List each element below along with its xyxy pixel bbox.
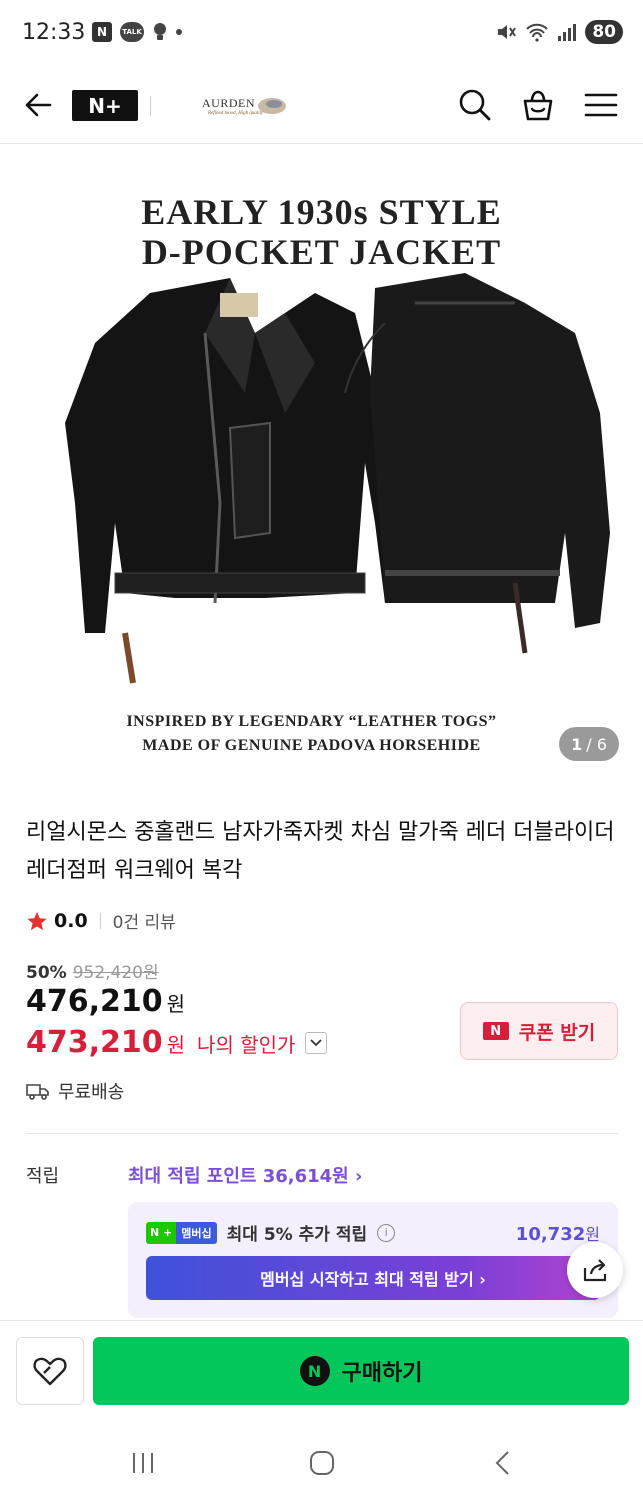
system-nav-bar — [0, 1420, 643, 1500]
shipping-label: 무료배송 — [58, 1082, 125, 1103]
coupon-label: 쿠폰 받기 — [518, 1021, 596, 1044]
chevron-down-icon — [310, 1038, 323, 1046]
heart-icon — [33, 1357, 67, 1386]
star-icon — [27, 911, 47, 930]
image-headline-1: EARLY 1930s STYLE — [141, 192, 502, 232]
nplus-store-logo[interactable]: N+ — [72, 90, 138, 121]
header-divider — [150, 96, 151, 116]
buy-button[interactable]: N 구매하기 — [93, 1337, 629, 1405]
naver-n-icon: N — [482, 1022, 509, 1040]
back-arrow-icon[interactable] — [22, 88, 54, 122]
info-icon[interactable]: i — [377, 1223, 396, 1242]
naverpay-n-icon: N — [299, 1356, 330, 1386]
product-title: 리얼시몬스 중홀랜드 남자가죽자켓 차심 말가죽 레더 더블라이더 레더점퍼 워… — [26, 820, 615, 883]
battery-indicator: 80 — [585, 20, 623, 44]
share-button[interactable] — [567, 1242, 623, 1298]
share-icon — [583, 1259, 607, 1282]
search-icon[interactable] — [458, 88, 492, 122]
pager-total: / 6 — [586, 734, 607, 754]
rating-summary[interactable]: 0.0 0건 리뷰 — [26, 908, 176, 933]
extra-points-label: 최대 5% 추가 적립 — [226, 1225, 368, 1245]
clock: 12:33 — [22, 20, 86, 45]
recent-apps-icon[interactable] — [128, 1448, 158, 1478]
extra-points-value: 10,732 — [515, 1223, 586, 1245]
app-header: N+ AURDEN Refined mood, High quality — [0, 70, 643, 144]
review-count[interactable]: 0건 리뷰 — [113, 908, 176, 933]
menu-hamburger-icon[interactable] — [584, 88, 618, 122]
pager-current: 1 — [571, 734, 583, 754]
cart-bag-icon[interactable] — [521, 88, 555, 122]
brand-logo[interactable]: AURDEN Refined mood, High quality — [196, 90, 288, 124]
shipping-info: 무료배송 — [26, 1078, 124, 1104]
extra-points-amount: 10,732원 — [516, 1221, 600, 1245]
signal-icon — [558, 24, 577, 41]
truck-icon — [26, 1084, 49, 1100]
image-pager: 1 / 6 — [559, 727, 619, 761]
max-points-link[interactable]: 최대 적립 포인트 36,614원 › — [128, 1162, 362, 1188]
kakaotalk-notification-icon: TALK — [120, 22, 144, 42]
more-notifications-icon — [176, 29, 182, 35]
image-caption-2: MADE OF GENUINE PADOVA HORSEHIDE — [142, 737, 481, 754]
sale-price-unit: 원 — [166, 992, 186, 1016]
buy-label: 구매하기 — [341, 1361, 423, 1386]
extra-points-unit: 원 — [585, 1224, 600, 1244]
image-headline-2: D-POCKET JACKET — [141, 232, 502, 272]
membership-tag-label: 멤버십 — [176, 1221, 217, 1244]
home-icon[interactable] — [307, 1448, 337, 1478]
brand-name: AURDEN — [202, 96, 255, 110]
status-bar: 12:33 N TALK 80 — [0, 0, 643, 70]
naver-notification-icon: N — [92, 22, 112, 42]
brand-tagline: Refined mood, High quality — [208, 111, 264, 116]
discount-percent: 50% — [26, 963, 67, 983]
membership-tag-n: N + — [146, 1221, 177, 1244]
product-image-carousel[interactable]: EARLY 1930s STYLE D-POCKET JACKET INSPIR… — [0, 145, 643, 773]
rating-score: 0.0 — [54, 909, 88, 932]
membership-cta-button[interactable]: 멤버십 시작하고 최대 적립 받기 › — [146, 1256, 600, 1300]
back-icon[interactable] — [488, 1448, 518, 1478]
discount-row: 50% 952,420원 — [26, 958, 159, 983]
points-label: 적립 — [26, 1166, 60, 1187]
my-price-unit: 원 — [166, 1033, 186, 1057]
mute-icon — [498, 25, 517, 39]
original-price: 952,420원 — [72, 963, 159, 983]
image-caption-1: INSPIRED BY LEGENDARY “LEATHER TOGS” — [126, 713, 497, 730]
my-price-expand-button[interactable] — [305, 1031, 328, 1054]
coupon-button[interactable]: N 쿠폰 받기 — [460, 1002, 618, 1060]
my-price-label: 나의 할인가 — [197, 1033, 296, 1057]
purchase-bar: N 구매하기 — [0, 1320, 643, 1420]
my-price-value: 473,210 — [26, 1025, 163, 1060]
sale-price: 476,210 원 — [26, 984, 185, 1019]
sale-price-value: 476,210 — [26, 984, 163, 1019]
leather-jacket-photo — [65, 273, 610, 684]
section-divider — [26, 1133, 618, 1134]
rating-divider — [99, 912, 101, 929]
wishlist-button[interactable] — [16, 1337, 84, 1405]
membership-box: N + 멤버십 최대 5% 추가 적립 i 10,732원 멤버십 시작하고 최… — [128, 1202, 618, 1318]
my-discount-price: 473,210 원 나의 할인가 — [26, 1025, 328, 1060]
wifi-icon — [526, 23, 549, 42]
membership-tag: N + 멤버십 — [146, 1221, 217, 1244]
lightbulb-icon — [154, 23, 166, 40]
